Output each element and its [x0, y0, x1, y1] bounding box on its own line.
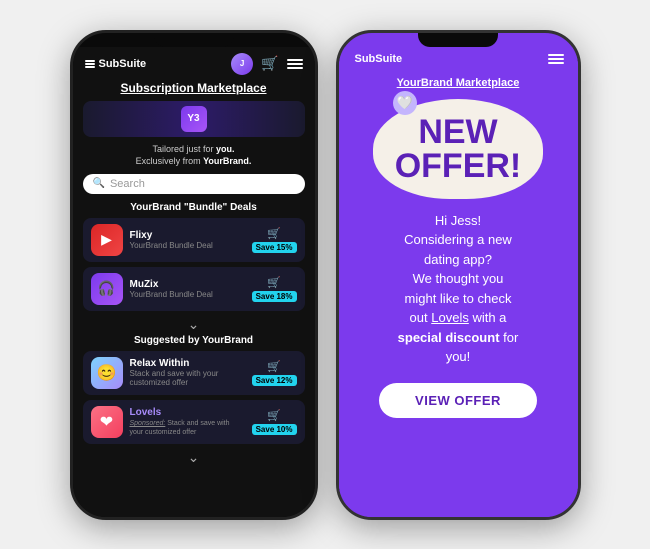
tagline-part1: Tailored just for [152, 144, 216, 154]
hamburger-menu-right[interactable] [548, 54, 564, 64]
lovels-right: 🛒 Save 10% [252, 409, 297, 435]
search-bar[interactable]: 🔍 Search [83, 174, 305, 194]
subsuite-logo-right: SubSuite [353, 53, 403, 65]
left-content: Subscription Marketplace Y3 Tailored jus… [73, 81, 315, 517]
lovels-name: Lovels [130, 407, 245, 418]
tagline-brand: YourBrand. [203, 156, 251, 166]
right-phone: SubSuite YourBrand Marketplace 🤍 NEW OFF… [336, 30, 581, 520]
cart-icon-header[interactable]: 🛒 [261, 55, 278, 72]
yourbrand-link[interactable]: YourBrand Marketplace [397, 77, 520, 89]
offer-blob: 🤍 NEW OFFER! [373, 99, 543, 199]
deal-card-flixy[interactable]: ▶ Flixy YourBrand Bundle Deal 🛒 Save 15% [83, 218, 305, 262]
muzix-icon: 🎧 [91, 273, 123, 305]
left-header: SubSuite J 🛒 [73, 47, 315, 81]
new-offer-line2: OFFER! [395, 147, 522, 185]
view-offer-button[interactable]: VIEW OFFER [379, 383, 537, 418]
body-line5: out [410, 310, 428, 325]
new-offer-line1: NEW [418, 113, 497, 151]
relax-cart-icon[interactable]: 🛒 [267, 360, 281, 373]
relax-save-badge: Save 12% [252, 375, 297, 386]
body-line3: We thought you [413, 271, 504, 286]
heart-badge: 🤍 [393, 91, 417, 115]
relax-info: Relax Within Stack and save with your cu… [130, 358, 245, 387]
offer-body: Hi Jess! Considering a new dating app? W… [398, 211, 519, 367]
relax-emoji-icon: 😊 [97, 363, 117, 383]
search-icon: 🔍 [93, 178, 105, 189]
deal-card-lovels[interactable]: ❤ Lovels Sponsored: Stack and save with … [83, 400, 305, 444]
marketplace-title: Subscription Marketplace [83, 81, 305, 95]
header-icons: J 🛒 [231, 53, 302, 75]
body-line2: dating app? [424, 252, 492, 267]
lovels-save-badge: Save 10% [252, 424, 297, 435]
muzix-save-badge: Save 18% [252, 291, 297, 302]
heart-icon: 🤍 [397, 95, 413, 111]
muzix-right: 🛒 Save 18% [252, 276, 297, 302]
body-line7: special discount [398, 330, 500, 345]
relax-icon: 😊 [91, 357, 123, 389]
relax-right: 🛒 Save 12% [252, 360, 297, 386]
suggested-section-title: Suggested by YourBrand [83, 335, 305, 346]
subsuite-bar-icon [85, 60, 95, 68]
lovels-heart-icon: ❤ [100, 412, 113, 432]
body-line8: for [503, 330, 518, 345]
muzix-sub: YourBrand Bundle Deal [130, 290, 245, 299]
body-line4: might like to check [405, 291, 512, 306]
body-line1: Considering a new [404, 232, 512, 247]
subsuite-logo-text: SubSuite [99, 58, 147, 70]
bundle-section-title: YourBrand "Bundle" Deals [83, 202, 305, 213]
lovels-icon: ❤ [91, 406, 123, 438]
lovels-info: Lovels Sponsored: Stack and save with yo… [130, 407, 245, 436]
search-input-placeholder: Search [110, 178, 295, 190]
body-line6: with a [472, 310, 506, 325]
relax-sub: Stack and save with your customized offe… [130, 369, 245, 387]
left-notch [154, 33, 234, 47]
greeting: Hi Jess! [435, 213, 481, 228]
sponsored-label: Sponsored: [130, 420, 166, 427]
right-notch [418, 33, 498, 47]
body-line9: you! [446, 349, 471, 364]
chevron-down-1[interactable]: ⌄ [83, 316, 305, 333]
lovels-sub: Sponsored: Stack and save with your cust… [130, 418, 245, 436]
flixy-info: Flixy YourBrand Bundle Deal [130, 230, 245, 250]
flixy-icon: ▶ [91, 224, 123, 256]
flixy-sub: YourBrand Bundle Deal [130, 241, 245, 250]
right-content: YourBrand Marketplace 🤍 NEW OFFER! Hi Je… [339, 71, 578, 517]
deal-card-relax[interactable]: 😊 Relax Within Stack and save with your … [83, 351, 305, 395]
sponsored-badge: Sponsored: Stack and save with your cust… [130, 420, 230, 436]
muzix-info: MuZix YourBrand Bundle Deal [130, 279, 245, 299]
muzix-cart-icon[interactable]: 🛒 [267, 276, 281, 289]
tagline-you: you. [216, 144, 235, 154]
subsuite-logo-left: SubSuite [85, 58, 147, 70]
new-offer-text: NEW OFFER! [395, 115, 522, 183]
left-screen: SubSuite J 🛒 Subscription Marketplace Y3 [73, 47, 315, 517]
brand-badge: Y3 [181, 106, 207, 132]
hamburger-menu[interactable] [287, 59, 303, 69]
flixy-cart-icon[interactable]: 🛒 [267, 227, 281, 240]
right-header: SubSuite [339, 47, 578, 71]
lovels-cart-icon[interactable]: 🛒 [267, 409, 281, 422]
avatar[interactable]: J [231, 53, 253, 75]
brand-banner: Y3 [83, 101, 305, 137]
muzix-name: MuZix [130, 279, 245, 290]
chevron-down-2[interactable]: ⌄ [83, 449, 305, 466]
muzix-headphones-icon: 🎧 [98, 280, 115, 297]
flixy-right: 🛒 Save 15% [252, 227, 297, 253]
flixy-play-icon: ▶ [101, 231, 112, 248]
tagline: Tailored just for you. Exclusively from … [83, 143, 305, 168]
flixy-name: Flixy [130, 230, 245, 241]
tagline-part2: Exclusively from [136, 156, 204, 166]
right-screen: SubSuite YourBrand Marketplace 🤍 NEW OFF… [339, 47, 578, 517]
deal-card-muzix[interactable]: 🎧 MuZix YourBrand Bundle Deal 🛒 Save 18% [83, 267, 305, 311]
app-name-link[interactable]: Lovels [431, 310, 469, 325]
relax-name: Relax Within [130, 358, 245, 369]
left-phone: SubSuite J 🛒 Subscription Marketplace Y3 [70, 30, 318, 520]
flixy-save-badge: Save 15% [252, 242, 297, 253]
subsuite-logo-text-right: SubSuite [355, 53, 403, 65]
